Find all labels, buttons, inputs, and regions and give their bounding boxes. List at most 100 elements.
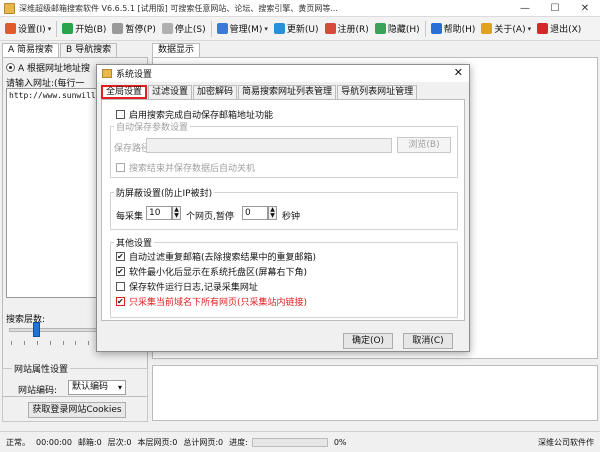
radio-indicator[interactable] bbox=[6, 63, 15, 72]
site-properties-group: 网站属性设置 网站编码: 默认编码 获取登录网站Cookies bbox=[2, 362, 148, 422]
pause-spinner[interactable]: ▲ ▼ bbox=[268, 206, 277, 220]
register-icon bbox=[324, 23, 336, 34]
status-bar: 正常。 00:00:00 邮箱:0 层次:0 本层网页:0 总计网页:0 进度:… bbox=[0, 431, 600, 452]
status-page: 本层网页:0 bbox=[137, 437, 178, 447]
chevron-down-icon[interactable]: ▾ bbox=[264, 25, 268, 33]
toolbar-button-9[interactable]: 关于(A) ▾ bbox=[478, 19, 534, 39]
toolbar-label: 管理(M) bbox=[229, 25, 263, 35]
toolbar-label: 开始(B) bbox=[75, 25, 107, 35]
get-cookies-button[interactable]: 获取登录网站Cookies bbox=[28, 402, 126, 418]
shutdown-checkbox[interactable] bbox=[116, 163, 125, 172]
shutdown-option[interactable]: 搜索结束并保存数据后自动关机 bbox=[116, 161, 255, 174]
tab-data-display[interactable]: 数据显示 bbox=[152, 43, 201, 57]
window-title: 深维超级邮箱搜索软件 V6.6.5.1 [试用版] 可搜索任意网站、论坛、搜索引… bbox=[19, 3, 338, 13]
cancel-button[interactable]: 取消(C) bbox=[403, 333, 453, 349]
encoding-select[interactable]: 默认编码 bbox=[68, 380, 126, 395]
close-button[interactable]: ✕ bbox=[570, 0, 600, 17]
toolbar-label: 帮助(H) bbox=[443, 25, 476, 35]
auto-save-checkbox[interactable] bbox=[116, 110, 125, 119]
left-tabs: A 简易搜索 B 导航搜索 bbox=[2, 43, 118, 57]
anti-block-title: 防屏蔽设置(防止IP被封) bbox=[114, 186, 215, 199]
dialog-close-button[interactable]: ✕ bbox=[454, 66, 463, 79]
tab-simple-url-list[interactable]: 简易搜索网址列表管理 bbox=[238, 85, 337, 99]
toolbar-separator bbox=[210, 20, 212, 37]
option-label: 软件最小化后显示在系统托盘区(屏幕右下角) bbox=[129, 268, 308, 278]
dialog-tabs: 全局设置 过滤设置 加密解码 简易搜索网址列表管理 导航列表网址管理 bbox=[101, 85, 418, 99]
toolbar-button-3[interactable]: 停止(S) bbox=[159, 19, 209, 39]
minimize-button[interactable]: — bbox=[510, 0, 540, 17]
save-path-input[interactable] bbox=[146, 138, 392, 153]
toolbar-button-10[interactable]: 退出(X) bbox=[534, 19, 584, 39]
pause-input[interactable]: 0 bbox=[242, 206, 268, 220]
status-progress-label: 进度: bbox=[229, 437, 248, 447]
other-group-title: 其他设置 bbox=[114, 236, 155, 249]
per-collect-label: 每采集 bbox=[116, 212, 144, 222]
other-option-2[interactable]: 保存软件运行日志,记录采集网址 bbox=[116, 280, 258, 293]
other-option-0[interactable]: 自动过滤重复邮箱(去除搜索结果中的重复邮箱) bbox=[116, 250, 316, 263]
dialog-title-bar: 系统设置 ✕ bbox=[97, 65, 469, 82]
option-label: 自动过滤重复邮箱(去除搜索结果中的重复邮箱) bbox=[129, 253, 317, 263]
toolbar-separator bbox=[424, 20, 426, 37]
title-bar: 深维超级邮箱搜索软件 V6.6.5.1 [试用版] 可搜索任意网站、论坛、搜索引… bbox=[0, 0, 600, 17]
about-icon bbox=[481, 23, 493, 34]
option-checkbox[interactable] bbox=[116, 297, 125, 306]
tab-nav-url-list[interactable]: 导航列表网址管理 bbox=[337, 85, 418, 99]
toolbar-button-8[interactable]: 帮助(H) bbox=[428, 19, 479, 39]
tab-nav-search[interactable]: B 导航搜索 bbox=[60, 43, 118, 57]
chevron-down-icon[interactable]: ▾ bbox=[528, 25, 532, 33]
status-total: 总计网页:0 bbox=[183, 437, 224, 447]
per-collect-spinner[interactable]: ▲ ▼ bbox=[172, 206, 181, 220]
tab-encrypt-decode[interactable]: 加密解码 bbox=[193, 85, 238, 99]
toolbar-label: 停止(S) bbox=[174, 25, 206, 35]
other-option-3[interactable]: 只采集当前域名下所有网页(只采集站内链接) bbox=[116, 295, 307, 308]
toolbar-button-5[interactable]: 更新(U) bbox=[271, 19, 322, 39]
stop-icon bbox=[161, 23, 173, 34]
toolbar-button-6[interactable]: 注册(R) bbox=[322, 19, 372, 39]
maximize-button[interactable]: ☐ bbox=[540, 0, 570, 17]
status-ready: 正常。 bbox=[6, 437, 30, 447]
toolbar-button-4[interactable]: 管理(M) ▾ bbox=[214, 19, 271, 39]
manage-icon bbox=[216, 23, 228, 34]
option-checkbox[interactable] bbox=[116, 252, 125, 261]
site-group-title: 网站属性设置 bbox=[12, 362, 71, 375]
folder-icon bbox=[102, 69, 112, 78]
update-icon bbox=[273, 23, 285, 34]
toolbar-separator bbox=[56, 20, 58, 37]
url-search-radio[interactable]: A 根据网址地址搜 bbox=[6, 61, 90, 74]
shutdown-label: 搜索结束并保存数据后自动关机 bbox=[129, 164, 256, 174]
log-area[interactable] bbox=[152, 365, 598, 421]
play-icon bbox=[62, 23, 74, 34]
toolbar-button-2[interactable]: 暂停(P) bbox=[109, 19, 158, 39]
toolbar-button-0[interactable]: 设置(I) ▾ bbox=[2, 19, 54, 39]
pages-pause-label: 个网页,暂停 bbox=[186, 212, 234, 222]
hide-icon bbox=[374, 23, 386, 34]
toolbar-label: 注册(R) bbox=[337, 25, 369, 35]
system-settings-dialog: 系统设置 ✕ 全局设置 过滤设置 加密解码 简易搜索网址列表管理 导航列表网址管… bbox=[96, 64, 470, 352]
tab-global-settings[interactable]: 全局设置 bbox=[101, 85, 148, 99]
per-collect-input[interactable]: 10 bbox=[146, 206, 172, 220]
option-checkbox[interactable] bbox=[116, 282, 125, 291]
tab-simple-search[interactable]: A 简易搜索 bbox=[2, 43, 60, 57]
toolbar-label: 隐藏(H) bbox=[387, 25, 420, 35]
toolbar-label: 退出(X) bbox=[550, 25, 582, 35]
encoding-label: 网站编码: bbox=[18, 386, 58, 396]
dialog-title: 系统设置 bbox=[116, 70, 153, 80]
toolbar-label: 设置(I) bbox=[18, 25, 46, 35]
depth-slider-thumb[interactable] bbox=[32, 322, 40, 337]
toolbar-label: 关于(A) bbox=[494, 25, 526, 35]
browse-button[interactable]: 浏览(B) bbox=[397, 137, 451, 153]
ok-button[interactable]: 确定(O) bbox=[343, 333, 393, 349]
option-checkbox[interactable] bbox=[116, 267, 125, 276]
radio-label: A 根据网址地址搜 bbox=[18, 64, 91, 74]
settings-icon bbox=[5, 23, 16, 34]
seconds-label: 秒钟 bbox=[282, 212, 301, 222]
other-option-1[interactable]: 软件最小化后显示在系统托盘区(屏幕右下角) bbox=[116, 265, 307, 278]
toolbar-button-1[interactable]: 开始(B) bbox=[59, 19, 109, 39]
chevron-down-icon[interactable]: ▾ bbox=[48, 25, 52, 33]
toolbar-button-7[interactable]: 隐藏(H) bbox=[372, 19, 423, 39]
tab-filter-settings[interactable]: 过滤设置 bbox=[148, 85, 193, 99]
status-progress-value: 0% bbox=[333, 437, 347, 447]
toolbar-label: 更新(U) bbox=[286, 25, 319, 35]
pause-icon bbox=[112, 23, 124, 34]
help-icon bbox=[430, 23, 442, 34]
